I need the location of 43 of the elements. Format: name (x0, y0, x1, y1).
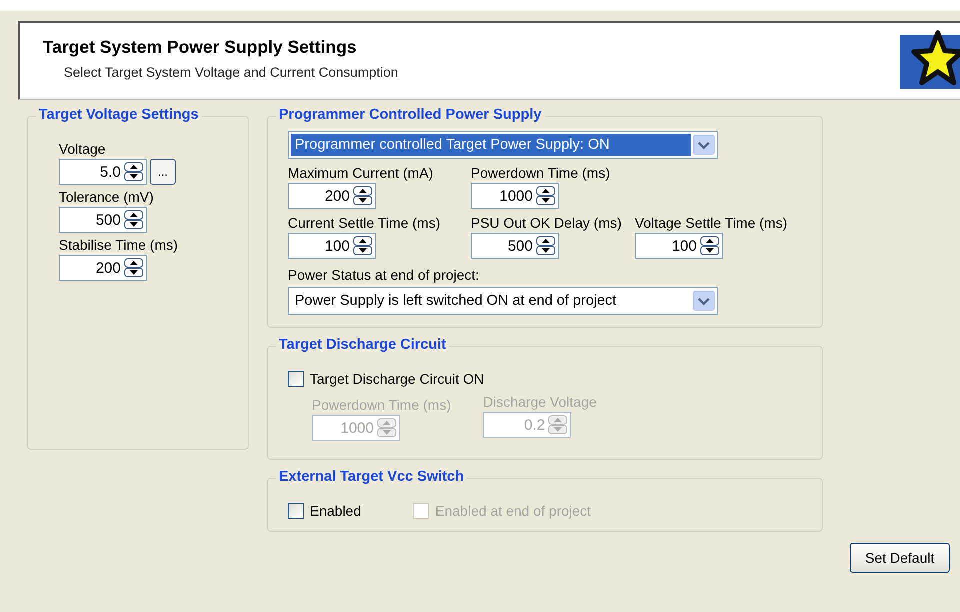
spin-arrows-icon[interactable] (124, 162, 144, 182)
page-subtitle: Select Target System Voltage and Current Consumption (64, 65, 398, 80)
field-label: Current Settle Time (ms) (288, 215, 440, 231)
spin-field[interactable]: 100 (288, 233, 376, 259)
field-label: Voltage Settle Time (ms) (635, 215, 788, 231)
checkbox-label: Enabled at end of project (435, 503, 592, 519)
spin-field[interactable]: 200 (59, 255, 147, 281)
spin-field[interactable]: 1000 (471, 183, 559, 209)
star-logo (900, 29, 960, 89)
spin-field[interactable]: 500 (471, 233, 559, 259)
group-title: Target Voltage Settings (36, 107, 202, 123)
checkbox[interactable] (288, 503, 304, 519)
group-title: Programmer Controlled Power Supply (276, 107, 545, 123)
checkbox-label: Enabled (310, 503, 362, 519)
spin-arrows-icon[interactable] (124, 210, 144, 230)
spin-field[interactable]: 5.0 (59, 159, 147, 185)
page-title: Target System Power Supply Settings (43, 37, 358, 58)
set-default-button[interactable]: Set Default (850, 543, 950, 573)
spin-field[interactable]: 200 (288, 183, 376, 209)
browse-button[interactable]: ... (150, 159, 176, 185)
spin-field[interactable]: 100 (635, 233, 723, 259)
spin-field[interactable]: 500 (59, 207, 147, 233)
group-title: External Target Vcc Switch (276, 469, 468, 485)
field-label: Powerdown Time (ms) (312, 397, 452, 413)
spin-arrows-icon[interactable] (353, 186, 373, 206)
checkbox[interactable] (288, 371, 304, 387)
group-title: Target Discharge Circuit (276, 337, 450, 353)
spin-arrows-icon[interactable] (700, 236, 720, 256)
field-label: Discharge Voltage (483, 394, 597, 410)
field-label: Power Status at end of project: (288, 267, 480, 283)
checkbox-label: Target Discharge Circuit ON (310, 371, 484, 387)
field-label: Maximum Current (mA) (288, 165, 434, 181)
field-label: Tolerance (mV) (59, 189, 154, 205)
field-label: Stabilise Time (ms) (59, 237, 178, 253)
field-label: Powerdown Time (ms) (471, 165, 610, 181)
field-label: Voltage (59, 141, 106, 157)
spin-arrows-icon[interactable] (536, 236, 556, 256)
dropdown-field[interactable]: Programmer controlled Target Power Supply: ON (288, 131, 718, 159)
dropdown-field[interactable]: Power Supply is left switched ON at end of project (288, 287, 718, 315)
spin-arrows-icon[interactable] (124, 258, 144, 278)
spin-arrows-icon[interactable] (353, 236, 373, 256)
field-label: PSU Out OK Delay (ms) (471, 215, 622, 231)
spin-arrows-icon[interactable] (536, 186, 556, 206)
